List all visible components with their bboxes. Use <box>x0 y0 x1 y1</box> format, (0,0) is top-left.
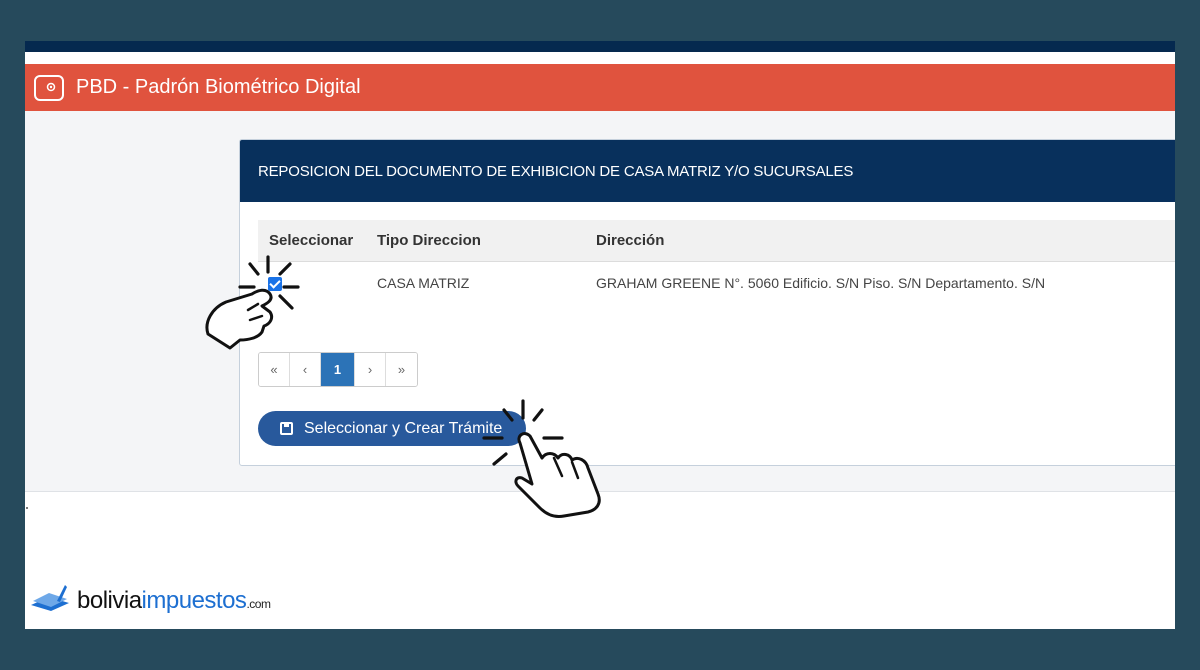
address-table: Seleccionar Tipo Direccion Dirección CAS… <box>258 220 1175 304</box>
screenshot-frame: PBD - Padrón Biométrico Digital REPOSICI… <box>25 41 1175 629</box>
create-button-label: Seleccionar y Crear Trámite <box>304 419 503 437</box>
pointer-hand-icon <box>205 255 300 350</box>
table-row[interactable]: CASA MATRIZ GRAHAM GREENE N°. 5060 Edifi… <box>258 262 1175 305</box>
page-first-button[interactable]: « <box>259 353 290 386</box>
brand-logo-icon <box>31 585 69 611</box>
table-header-row: Seleccionar Tipo Direccion Dirección <box>258 220 1175 262</box>
page-current-button[interactable]: 1 <box>321 353 355 386</box>
top-strip <box>25 41 1175 52</box>
brand-logo: boliviaimpuestos.com <box>29 583 271 614</box>
brand-part-1: bolivia <box>77 587 142 614</box>
brand-suffix: .com <box>246 597 271 611</box>
save-icon <box>280 422 293 435</box>
page-last-button[interactable]: » <box>386 353 417 386</box>
direccion-cell: GRAHAM GREENE N°. 5060 Edificio. S/N Pis… <box>596 275 1046 291</box>
tipo-direccion-cell: CASA MATRIZ <box>377 275 470 291</box>
page-next-button[interactable]: › <box>355 353 386 386</box>
panel-title: REPOSICION DEL DOCUMENTO DE EXHIBICION D… <box>240 140 1175 202</box>
brand-wordmark: boliviaimpuestos.com <box>77 587 271 614</box>
app-title: PBD - Padrón Biométrico Digital <box>76 76 361 98</box>
stray-mark <box>26 507 28 509</box>
brand-part-2: impuestos <box>141 587 247 614</box>
address-panel: REPOSICION DEL DOCUMENTO DE EXHIBICION D… <box>239 139 1175 466</box>
pagination: « ‹ 1 › » <box>258 352 418 387</box>
app-header: PBD - Padrón Biométrico Digital <box>25 64 1175 111</box>
page-prev-button[interactable]: ‹ <box>290 353 321 386</box>
pointer-hand-icon <box>482 399 601 518</box>
app-logo-icon <box>34 74 64 101</box>
column-header-tipo-direccion: Tipo Direccion <box>366 220 585 262</box>
column-header-direccion: Dirección <box>585 220 1175 262</box>
